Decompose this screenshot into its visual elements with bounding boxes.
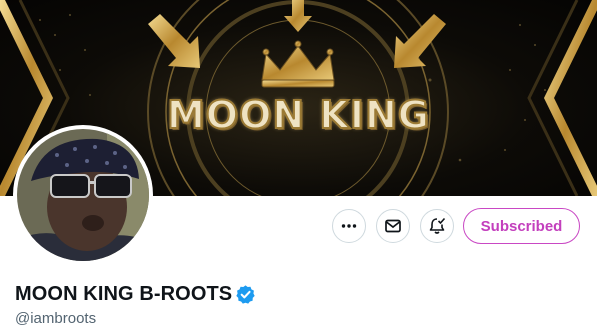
profile-handle: @iambroots — [15, 310, 97, 327]
more-horizontal-icon — [341, 224, 357, 228]
profile-name-row: MOON KING B-ROOTS — [15, 283, 256, 306]
profile-avatar[interactable] — [13, 125, 153, 265]
bell-check-icon — [429, 217, 446, 234]
verified-badge-icon[interactable] — [235, 284, 256, 305]
more-button[interactable] — [332, 209, 366, 243]
avatar-image — [17, 129, 149, 261]
display-name: MOON KING B-ROOTS — [15, 283, 233, 305]
subscribed-button[interactable]: Subscribed — [463, 208, 580, 244]
message-button[interactable] — [376, 209, 410, 243]
envelope-icon — [385, 219, 401, 233]
notifications-button[interactable] — [420, 209, 454, 243]
